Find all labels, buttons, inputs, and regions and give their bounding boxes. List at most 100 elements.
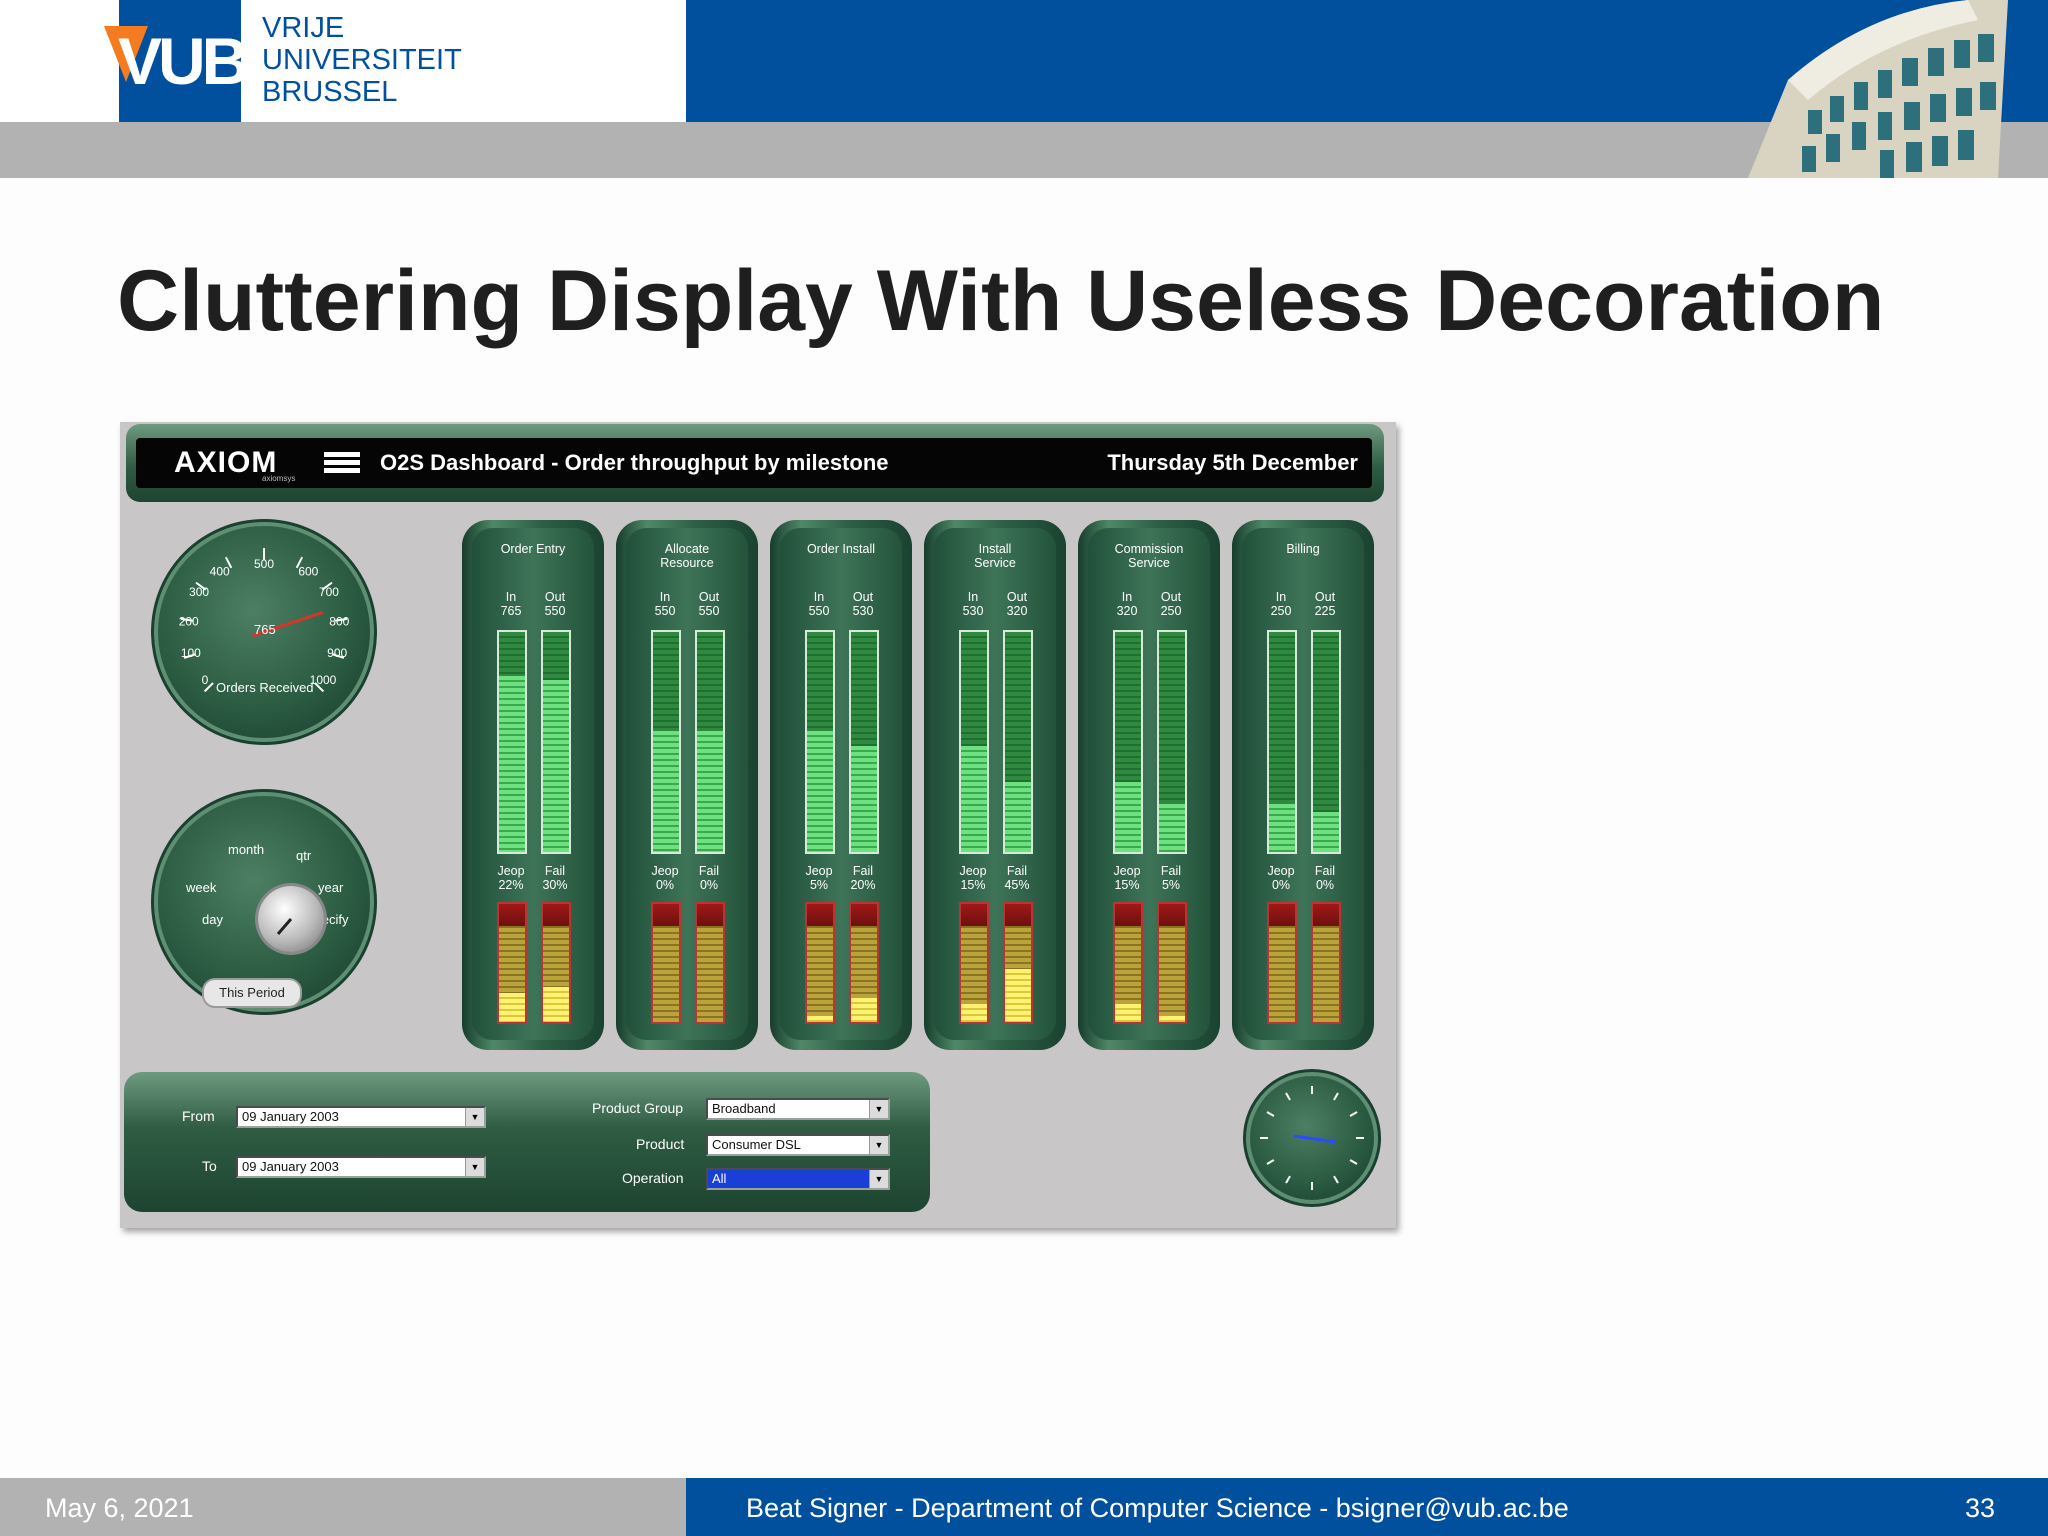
- risk-gauge-cap: [499, 904, 525, 926]
- milestone-in-value: 550: [654, 604, 676, 618]
- throughput-gauge-out: [1157, 630, 1187, 854]
- dial-tick-label: 900: [327, 646, 347, 660]
- clock-hand-icon: [1293, 1134, 1337, 1144]
- from-label: From: [182, 1108, 215, 1124]
- milestone-out-value: 320: [1006, 604, 1028, 618]
- gauge-fill: [851, 746, 877, 852]
- milestone-column-inner: [934, 528, 1056, 1040]
- milestone-jeop-header: Jeop 0%: [1266, 864, 1296, 892]
- milestone-column: Order Install In 550 Out 530 Jeop 5% Fail 20%: [770, 520, 912, 1050]
- risk-gauge-jeop: [497, 902, 527, 1024]
- gauge-fill: [807, 731, 833, 852]
- milestone-fail-header: Fail 30%: [540, 864, 570, 892]
- dial-tick-label: 500: [254, 557, 274, 571]
- page-number: 33: [1965, 1493, 1996, 1523]
- throughput-gauge-in: [805, 630, 835, 854]
- clock-tick: [1266, 1111, 1275, 1117]
- milestone-in-value: 530: [962, 604, 984, 618]
- logo-line-3: BRUSSEL: [262, 76, 398, 108]
- milestone-out-value: 530: [852, 604, 874, 618]
- clock-tick: [1266, 1159, 1275, 1165]
- dial-tick-label: 200: [179, 614, 199, 628]
- chevron-down-icon[interactable]: ▼: [465, 1108, 484, 1126]
- this-period-button[interactable]: This Period: [202, 978, 302, 1008]
- period-option-month[interactable]: month: [228, 842, 264, 857]
- risk-gauge-cap: [1115, 904, 1141, 926]
- gauge-fill: [697, 731, 723, 852]
- milestone-fail-header: Fail 0%: [694, 864, 724, 892]
- gauge-fill: [653, 731, 679, 852]
- product-group-select[interactable]: Broadband ▼: [706, 1098, 890, 1120]
- clock-tick: [1285, 1092, 1291, 1101]
- milestone-out-label: Out: [1006, 590, 1028, 604]
- milestone-in-header: In 550: [804, 590, 834, 618]
- logo-line-2: UNIVERSITEIT: [262, 44, 462, 76]
- gauge-fill: [499, 676, 525, 852]
- risk-gauge-fill: [851, 998, 877, 1022]
- milestone-column: Install Service In 530 Out 320 Jeop 15% Fail 45%: [924, 520, 1066, 1050]
- to-date-select[interactable]: 09 January 2003 ▼: [236, 1156, 486, 1178]
- gauge-fill: [1005, 781, 1031, 852]
- period-option-day[interactable]: day: [202, 912, 223, 927]
- dial-tick-label: 300: [189, 585, 209, 599]
- footer-date: May 6, 2021: [45, 1493, 194, 1523]
- product-group-value: Broadband: [712, 1101, 776, 1116]
- milestone-column-inner: [1088, 528, 1210, 1040]
- milestone-jeop-value: 0%: [1271, 878, 1291, 892]
- dial-tick-label: 1000: [310, 673, 337, 687]
- milestone-column: Commission Service In 320 Out 250 Jeop 15% Fail…: [1078, 520, 1220, 1050]
- risk-gauge-fill: [499, 992, 525, 1022]
- milestone-column-inner: [472, 528, 594, 1040]
- vub-logo-text: VRIJE UNIVERSITEIT BRUSSEL: [262, 12, 462, 108]
- operation-value: All: [712, 1171, 727, 1186]
- throughput-gauge-out: [695, 630, 725, 854]
- milestone-fail-header: Fail 5%: [1156, 864, 1186, 892]
- period-knob[interactable]: [258, 886, 324, 952]
- gauge-fill: [1159, 803, 1185, 852]
- operation-label: Operation: [622, 1170, 684, 1186]
- from-date-select[interactable]: 09 January 2003 ▼: [236, 1106, 486, 1128]
- risk-gauge-cap: [1159, 904, 1185, 926]
- milestone-jeop-value: 15%: [1114, 878, 1140, 892]
- chevron-down-icon[interactable]: ▼: [869, 1170, 888, 1188]
- milestone-jeop-value: 22%: [498, 878, 524, 892]
- milestone-title: Billing: [1286, 542, 1320, 556]
- product-select[interactable]: Consumer DSL ▼: [706, 1134, 890, 1156]
- milestone-out-header: Out 225: [1310, 590, 1340, 618]
- risk-gauge-fill: [1005, 968, 1031, 1022]
- milestone-in-value: 550: [808, 604, 830, 618]
- chevron-down-icon[interactable]: ▼: [869, 1136, 888, 1154]
- milestone-out-label: Out: [544, 590, 566, 604]
- milestone-out-label: Out: [1160, 590, 1182, 604]
- chevron-down-icon[interactable]: ▼: [465, 1158, 484, 1176]
- milestone-out-value: 550: [698, 604, 720, 618]
- risk-gauge-jeop: [959, 902, 989, 1024]
- milestone-in-value: 765: [500, 604, 522, 618]
- milestone-fail-label: Fail: [1160, 864, 1182, 878]
- operation-select[interactable]: All ▼: [706, 1168, 890, 1190]
- footer-author: Beat Signer - Department of Computer Sci…: [746, 1493, 1569, 1523]
- milestone-column-inner: [780, 528, 902, 1040]
- milestone-fail-value: 20%: [850, 878, 876, 892]
- building-photo-icon: [1748, 0, 2008, 178]
- milestone-jeop-header: Jeop 5%: [804, 864, 834, 892]
- milestone-fail-value: 45%: [1004, 878, 1030, 892]
- milestone-jeop-header: Jeop 15%: [958, 864, 988, 892]
- milestone-in-label: In: [967, 590, 979, 604]
- to-label: To: [202, 1158, 217, 1174]
- risk-gauge-fill: [807, 1016, 833, 1022]
- dial-tick-label: 700: [319, 585, 339, 599]
- risk-gauge-fill: [543, 986, 569, 1022]
- period-option-qtr[interactable]: qtr: [296, 848, 311, 863]
- risk-gauge-jeop: [1113, 902, 1143, 1024]
- milestone-fail-label: Fail: [544, 864, 566, 878]
- risk-gauge-fail: [1157, 902, 1187, 1024]
- period-option-week[interactable]: week: [186, 880, 216, 895]
- milestone-jeop-value: 5%: [809, 878, 829, 892]
- risk-gauge-fill: [1115, 1004, 1141, 1022]
- throughput-gauge-out: [541, 630, 571, 854]
- dial-tick-label: 800: [329, 614, 349, 628]
- milestone-in-header: In 530: [958, 590, 988, 618]
- milestone-out-value: 225: [1314, 604, 1336, 618]
- chevron-down-icon[interactable]: ▼: [869, 1100, 888, 1118]
